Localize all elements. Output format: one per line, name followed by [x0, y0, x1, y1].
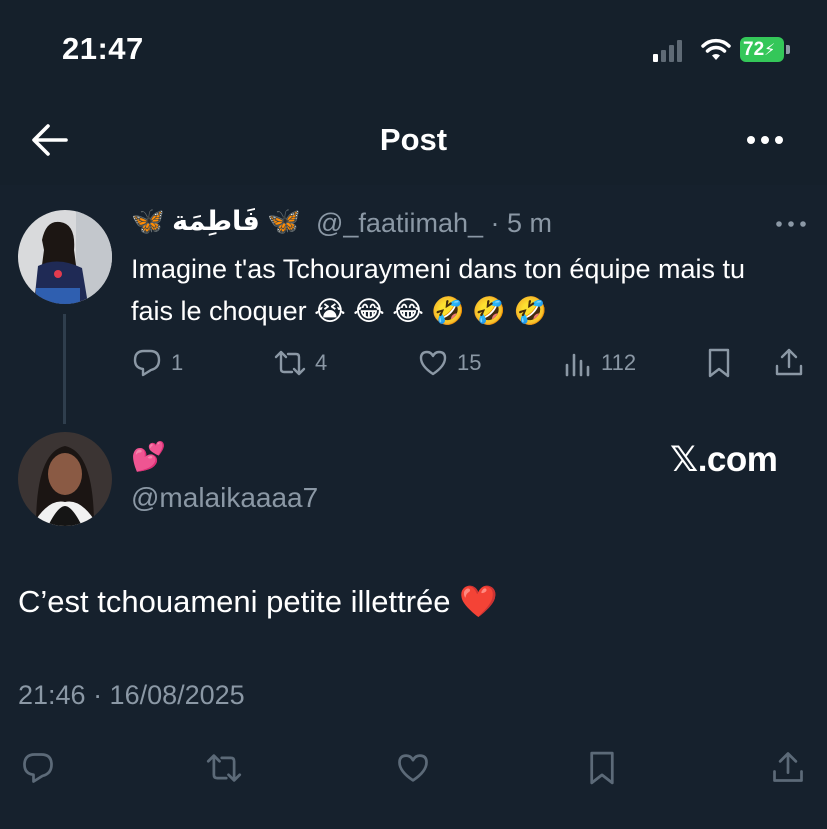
avatar[interactable]	[18, 432, 112, 526]
wifi-icon	[701, 38, 731, 60]
repost-count: 4	[315, 350, 328, 375]
like-count: 15	[457, 350, 482, 375]
share-icon[interactable]	[770, 749, 806, 785]
repost-icon	[274, 350, 306, 376]
watermark: 𝕏.com	[670, 440, 778, 479]
post-text: C’est tchouameni petite illettrée ❤️	[18, 584, 498, 619]
share-icon[interactable]	[773, 346, 805, 378]
reply-count: 1	[171, 350, 184, 375]
bookmark-icon[interactable]	[586, 749, 618, 787]
reply-button[interactable]: 1	[131, 347, 183, 379]
more-horizontal-icon[interactable]	[744, 128, 786, 152]
bookmark-icon[interactable]	[705, 347, 733, 379]
like-icon[interactable]	[395, 750, 431, 786]
display-name[interactable]: 💕	[131, 440, 166, 473]
views-icon	[565, 353, 590, 377]
status-time: 21:47	[62, 31, 144, 66]
post-more-icon[interactable]	[775, 220, 807, 228]
display-name[interactable]: 🦋 فَاطِمَة 🦋	[131, 205, 301, 237]
reply-icon[interactable]	[20, 750, 56, 786]
handle-and-time[interactable]: @_faatiimah_ · 5 m	[316, 208, 552, 239]
view-count: 112	[601, 350, 637, 375]
repost-button[interactable]: 4	[273, 347, 327, 379]
battery-level: 72	[743, 39, 765, 60]
post-actions: 1 4 15 112	[131, 343, 811, 383]
repost-icon[interactable]	[204, 750, 244, 786]
reply-icon	[133, 349, 161, 377]
views-button[interactable]: 112	[563, 347, 636, 379]
post-text: Imagine t'as Tchouraymeni dans ton équip…	[131, 254, 746, 326]
like-icon	[419, 350, 447, 376]
page-title: Post	[379, 122, 448, 157]
thread-line	[63, 314, 66, 424]
post-actions	[18, 746, 808, 790]
post-timestamp: 21:46 · 16/08/2025	[18, 680, 245, 710]
cellular-signal-icon	[653, 38, 682, 62]
avatar[interactable]	[18, 210, 112, 304]
battery-icon: 72⚡	[740, 36, 790, 64]
user-handle[interactable]: @malaikaaaa7	[131, 482, 318, 514]
like-button[interactable]: 15	[417, 347, 481, 379]
